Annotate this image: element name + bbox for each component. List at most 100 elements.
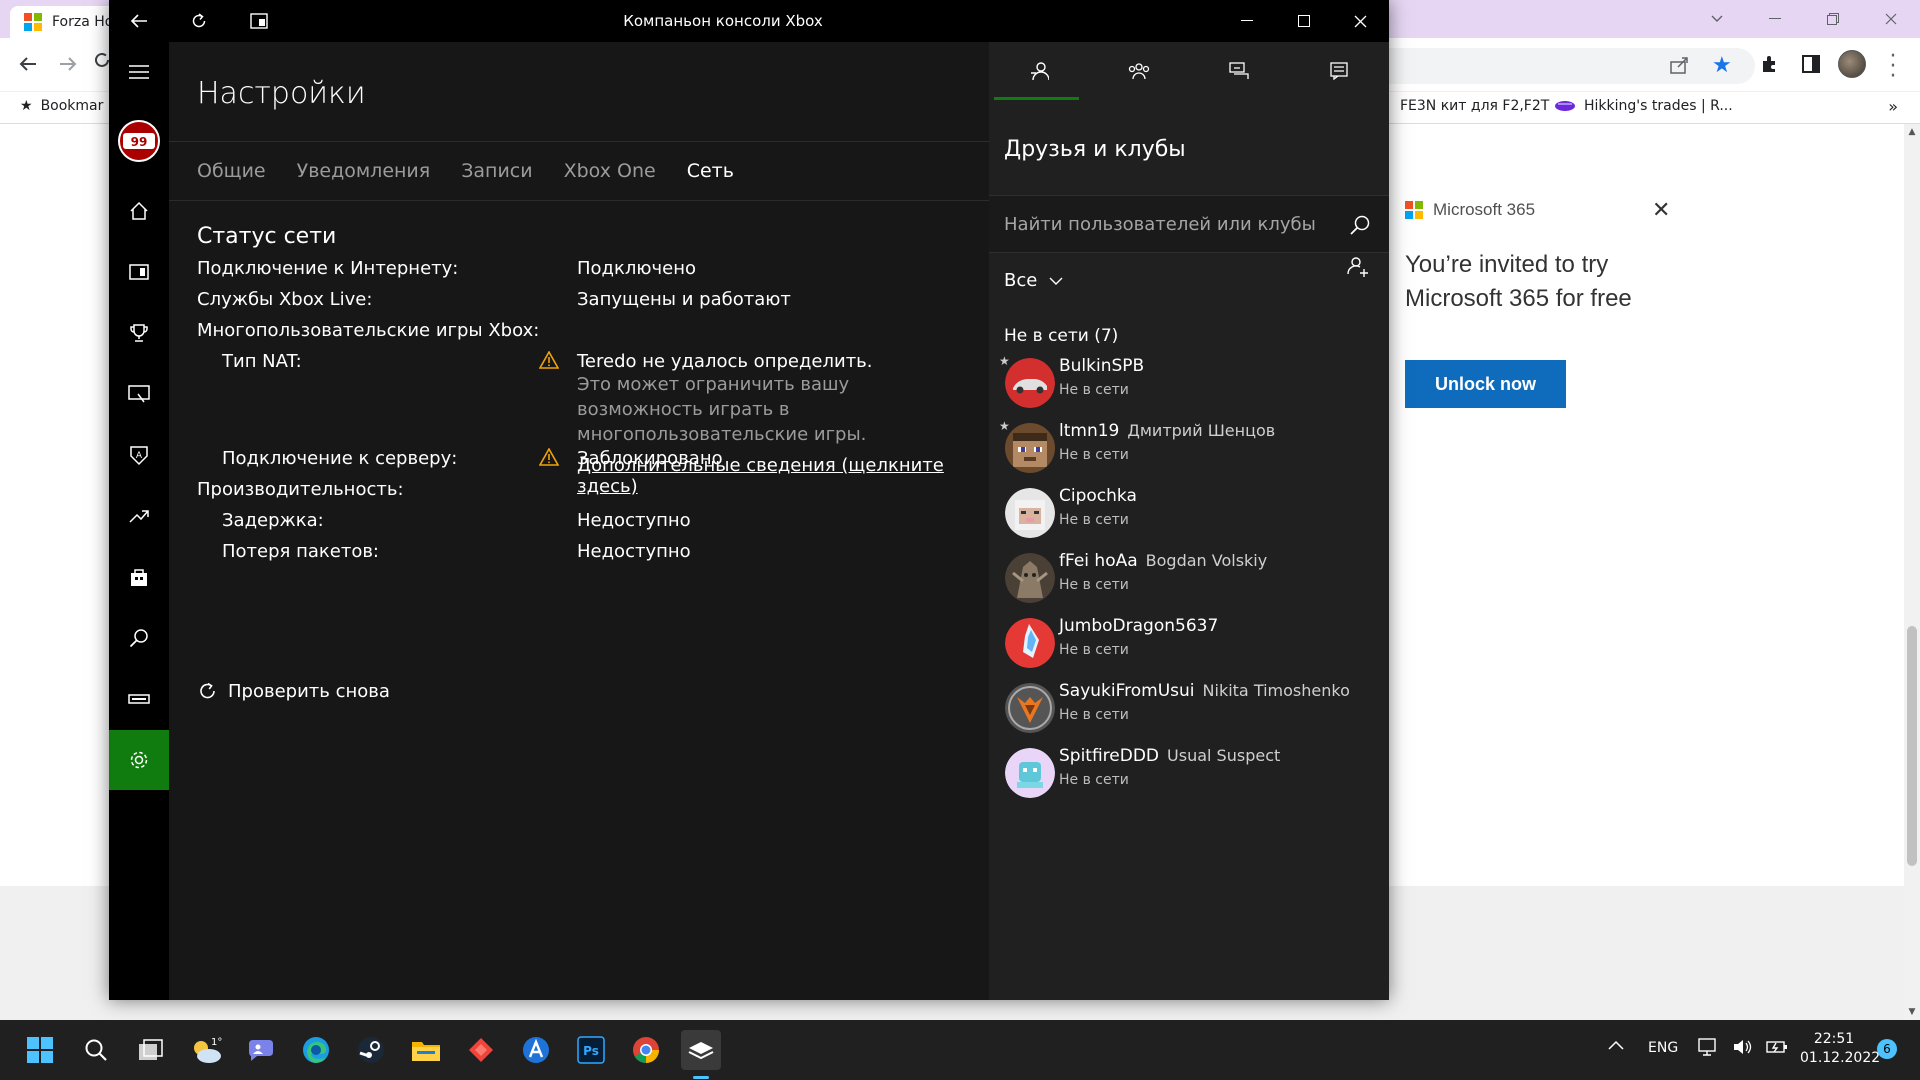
check-again-button[interactable]: Проверить снова <box>197 680 390 702</box>
latency-label: Задержка: <box>222 510 324 531</box>
friend-avatar <box>1005 683 1055 733</box>
activity-feed-tab-icon[interactable] <box>1289 42 1389 100</box>
tab-general[interactable]: Общие <box>197 160 266 182</box>
ad-headline: You’re invited to try Microsoft 365 for … <box>1405 251 1632 312</box>
home-icon[interactable] <box>109 181 169 241</box>
steam-icon[interactable] <box>351 1030 391 1070</box>
scroll-up-arrow-icon[interactable]: ▲ <box>1904 124 1920 140</box>
game-dvr-icon[interactable] <box>109 364 169 424</box>
friend-list-item[interactable]: Cipochka Не в сети <box>989 484 1389 546</box>
scrollbar-thumb[interactable] <box>1907 626 1917 866</box>
tab-xbox-one[interactable]: Xbox One <box>564 160 656 182</box>
share-icon[interactable] <box>1670 56 1690 74</box>
store-bag-icon[interactable] <box>109 547 169 607</box>
bookmarks-overflow-button[interactable]: » <box>1888 97 1898 116</box>
remote-link-icon[interactable] <box>516 1030 556 1070</box>
file-explorer-icon[interactable] <box>406 1030 446 1070</box>
tab-notifications[interactable]: Уведомления <box>297 160 431 182</box>
page-scrollbar[interactable]: ▲ ▼ <box>1904 124 1920 1020</box>
bookmark-item[interactable]: Hikking's trades | R... <box>1554 98 1733 114</box>
bookmark-item[interactable]: FE3N кит для F2,F2T <box>1400 98 1549 114</box>
connection-console-icon[interactable] <box>109 669 169 729</box>
friend-status: Не в сети <box>1059 772 1129 788</box>
edge-browser-icon[interactable] <box>296 1030 336 1070</box>
chrome-back-button[interactable] <box>14 50 42 78</box>
friend-list-item[interactable]: SpitfireDDD Usual Suspect Не в сети <box>989 744 1389 806</box>
friends-search-input[interactable] <box>1004 196 1334 252</box>
chrome-forward-button[interactable] <box>54 50 82 78</box>
hamburger-menu-icon[interactable] <box>109 42 169 102</box>
network-monitor-icon[interactable] <box>1698 1038 1718 1056</box>
favorite-star-icon: ★ <box>999 354 1010 368</box>
party-tab-icon[interactable] <box>1089 42 1189 100</box>
latency-value: Недоступно <box>577 510 691 531</box>
search-icon[interactable] <box>109 608 169 668</box>
back-button[interactable] <box>109 0 169 42</box>
minimize-button[interactable] <box>1218 0 1275 42</box>
chrome-restore-button[interactable] <box>1804 13 1862 25</box>
settings-pane: Настройки Общие Уведомления Записи Xbox … <box>169 42 989 1000</box>
maximize-button[interactable] <box>1275 0 1332 42</box>
refresh-icon[interactable] <box>169 0 229 42</box>
performance-label: Производительность: <box>197 479 404 500</box>
tab-captures[interactable]: Записи <box>461 160 532 182</box>
windows-taskbar: 1° Ps ENG 22:51 01.12.2022 6 <box>0 1020 1920 1080</box>
start-windows-icon[interactable] <box>20 1030 60 1070</box>
tab-network[interactable]: Сеть <box>687 160 734 182</box>
friend-list-item[interactable]: fFei hoAa Bogdan Volskiy Не в сети <box>989 549 1389 611</box>
clock[interactable]: 22:51 01.12.2022 <box>1800 1030 1880 1068</box>
bookmark-item[interactable]: ★ Bookmar <box>20 98 103 114</box>
friend-real-name: Дмитрий Шенцов <box>1127 421 1276 440</box>
friend-name-line: BulkinSPB <box>1059 356 1152 376</box>
extensions-puzzle-icon[interactable] <box>1760 54 1780 74</box>
chrome-icon[interactable] <box>626 1030 666 1070</box>
trending-icon[interactable] <box>109 486 169 546</box>
friend-name-line: JumboDragon5637 <box>1059 616 1226 636</box>
game-bar-snap-icon[interactable] <box>229 0 289 42</box>
show-hidden-icons-chevron-icon[interactable] <box>1608 1040 1624 1050</box>
settings-gear-icon[interactable] <box>109 730 169 790</box>
teams-chat-icon[interactable] <box>241 1030 281 1070</box>
side-panel-icon[interactable] <box>1802 55 1820 73</box>
chrome-close-button[interactable] <box>1862 13 1920 25</box>
add-friend-icon[interactable] <box>1347 256 1369 278</box>
profile-avatar[interactable]: 99 <box>118 120 160 162</box>
friends-filter-dropdown[interactable]: Все <box>1004 270 1063 291</box>
friend-list-item[interactable]: JumboDragon5637 Не в сети <box>989 614 1389 676</box>
profile-avatar[interactable] <box>1838 50 1866 78</box>
unlock-now-button[interactable]: Unlock now <box>1405 360 1566 408</box>
anydesk-icon[interactable] <box>461 1030 501 1070</box>
friends-panel-tabs <box>989 42 1389 100</box>
scroll-down-arrow-icon[interactable]: ▼ <box>1904 1004 1920 1020</box>
my-games-icon[interactable] <box>109 242 169 302</box>
achievements-trophy-icon[interactable] <box>109 303 169 363</box>
photoshop-icon[interactable]: Ps <box>571 1030 611 1070</box>
friend-list-item[interactable]: ★ ltmn19 Дмитрий Шенцов Не в сети <box>989 419 1389 481</box>
divider <box>169 141 989 142</box>
notification-badge[interactable]: 6 <box>1877 1039 1897 1059</box>
close-button[interactable] <box>1332 0 1389 42</box>
volume-speaker-icon[interactable] <box>1732 1038 1752 1056</box>
task-view-icon[interactable] <box>131 1030 171 1070</box>
search-icon[interactable] <box>1349 214 1371 236</box>
messages-tab-icon[interactable] <box>1189 42 1289 100</box>
search-icon[interactable] <box>76 1030 116 1070</box>
xbox-companion-taskbar-icon[interactable] <box>681 1030 721 1070</box>
nat-details: Teredo не удалось определить. Это может … <box>577 351 987 497</box>
bookmark-star-icon[interactable]: ★ <box>1712 53 1732 78</box>
friend-real-name: Nikita Timoshenko <box>1202 681 1350 700</box>
chrome-minimize-button[interactable] <box>1746 18 1804 20</box>
system-tray <box>1698 1038 1788 1056</box>
friends-tab-icon[interactable] <box>989 42 1089 100</box>
friend-list-item[interactable]: ★ BulkinSPB Не в сети <box>989 354 1389 416</box>
ad-close-button[interactable]: ✕ <box>1652 198 1670 223</box>
battery-charging-icon[interactable] <box>1766 1038 1788 1056</box>
filter-label: Все <box>1004 270 1038 291</box>
chrome-tab-search-icon[interactable] <box>1688 14 1746 24</box>
chrome-menu-icon[interactable]: · · · <box>1888 46 1898 88</box>
input-language[interactable]: ENG <box>1648 1040 1678 1056</box>
weather-widget-icon[interactable]: 1° <box>186 1030 226 1070</box>
friend-list-item[interactable]: SayukiFromUsui Nikita Timoshenko Не в сет… <box>989 679 1389 741</box>
favorite-star-icon: ★ <box>999 419 1010 433</box>
clubs-shield-icon[interactable]: A <box>109 425 169 485</box>
